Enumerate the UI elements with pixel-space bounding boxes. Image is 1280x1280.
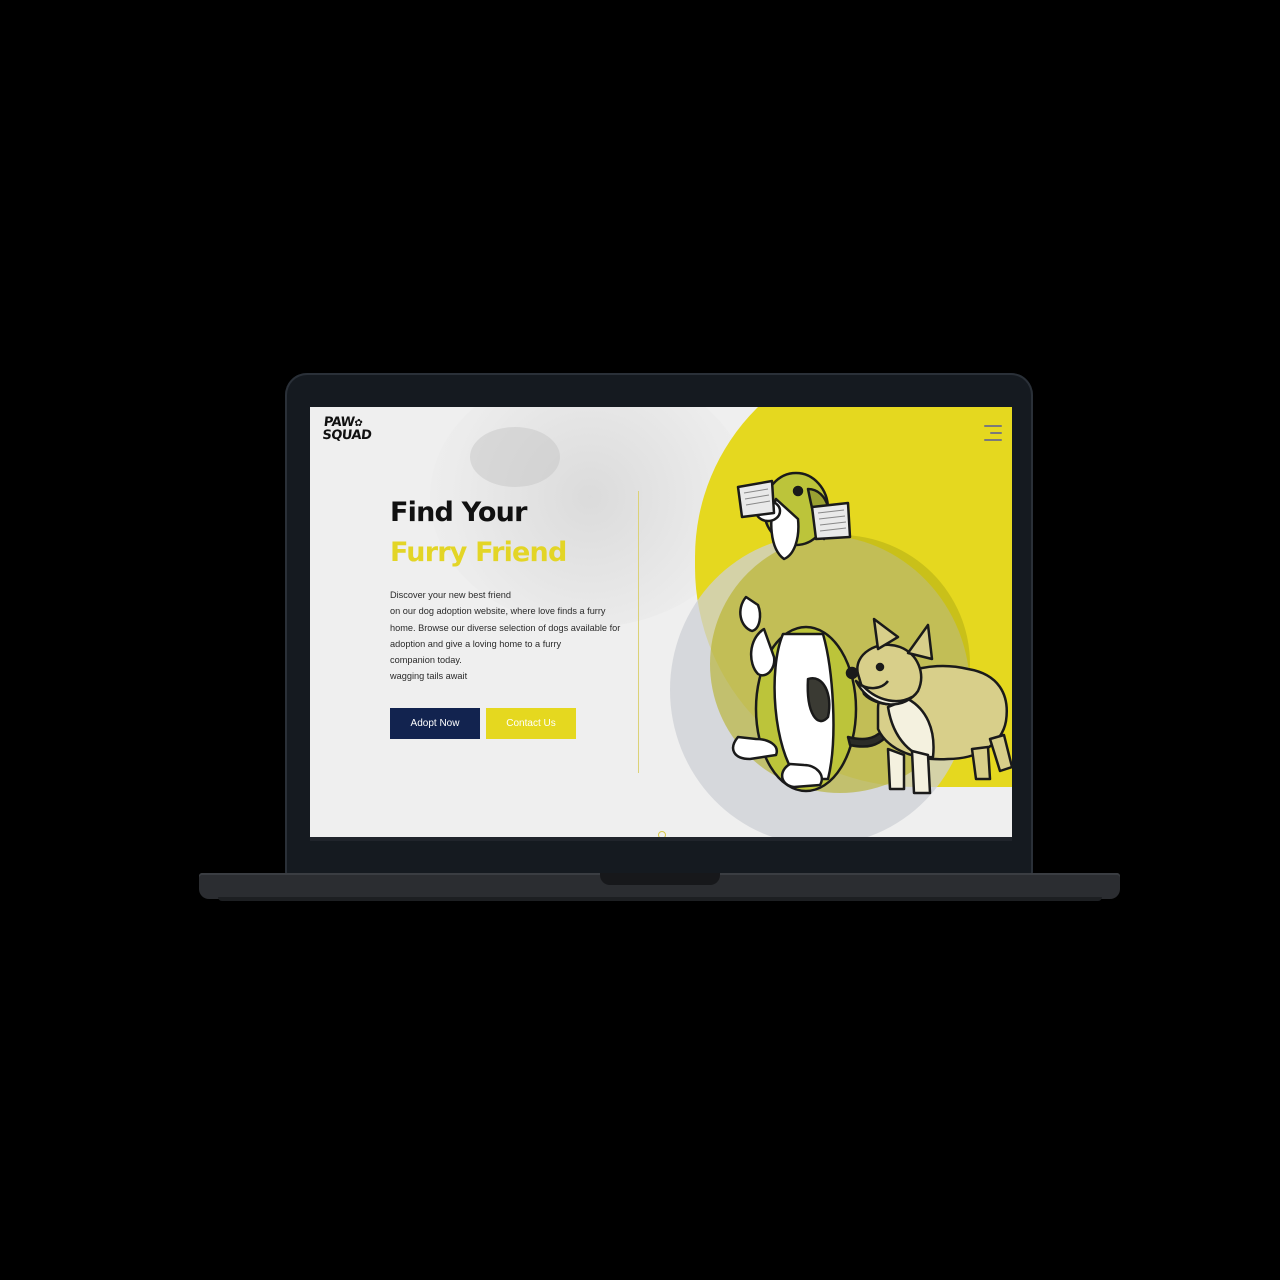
laptop-base-shadow [218, 897, 1102, 901]
laptop-notch [600, 873, 720, 885]
hero-title-line1: Find Your [390, 497, 527, 528]
screen-bottom-edge [310, 837, 1012, 841]
corgi-illustration [845, 617, 1012, 795]
hero-title: Find Your Furry Friend [390, 493, 567, 573]
hero-description: Discover your new best friend on our dog… [390, 587, 640, 685]
website-screen: PAW✿ SQUAD Find Your Furry Friend Discov… [310, 407, 1012, 841]
beagle-illustration [731, 471, 888, 793]
dogs-illustration [731, 471, 1012, 795]
hero-description-line: adoption and give a loving home to a fur… [390, 638, 562, 649]
hero-description-line: on our dog adoption website, where love … [390, 606, 606, 617]
adopt-now-button[interactable]: Adopt Now [390, 708, 480, 739]
hero-description-line: companion today. [390, 655, 462, 666]
hamburger-menu-icon[interactable] [984, 425, 1004, 445]
contact-us-button[interactable]: Contact Us [486, 708, 576, 739]
vertical-divider [638, 491, 639, 773]
logo-word-squad: SQUAD [321, 428, 373, 443]
hero-description-line: Discover your new best friend [390, 590, 512, 600]
hero-description-line: wagging tails await [390, 671, 468, 682]
paw-squad-logo[interactable]: PAW✿ SQUAD [321, 415, 374, 443]
hero-description-line: home. Browse our diverse selection of do… [390, 622, 621, 633]
hero-title-line2: Furry Friend [390, 537, 567, 568]
